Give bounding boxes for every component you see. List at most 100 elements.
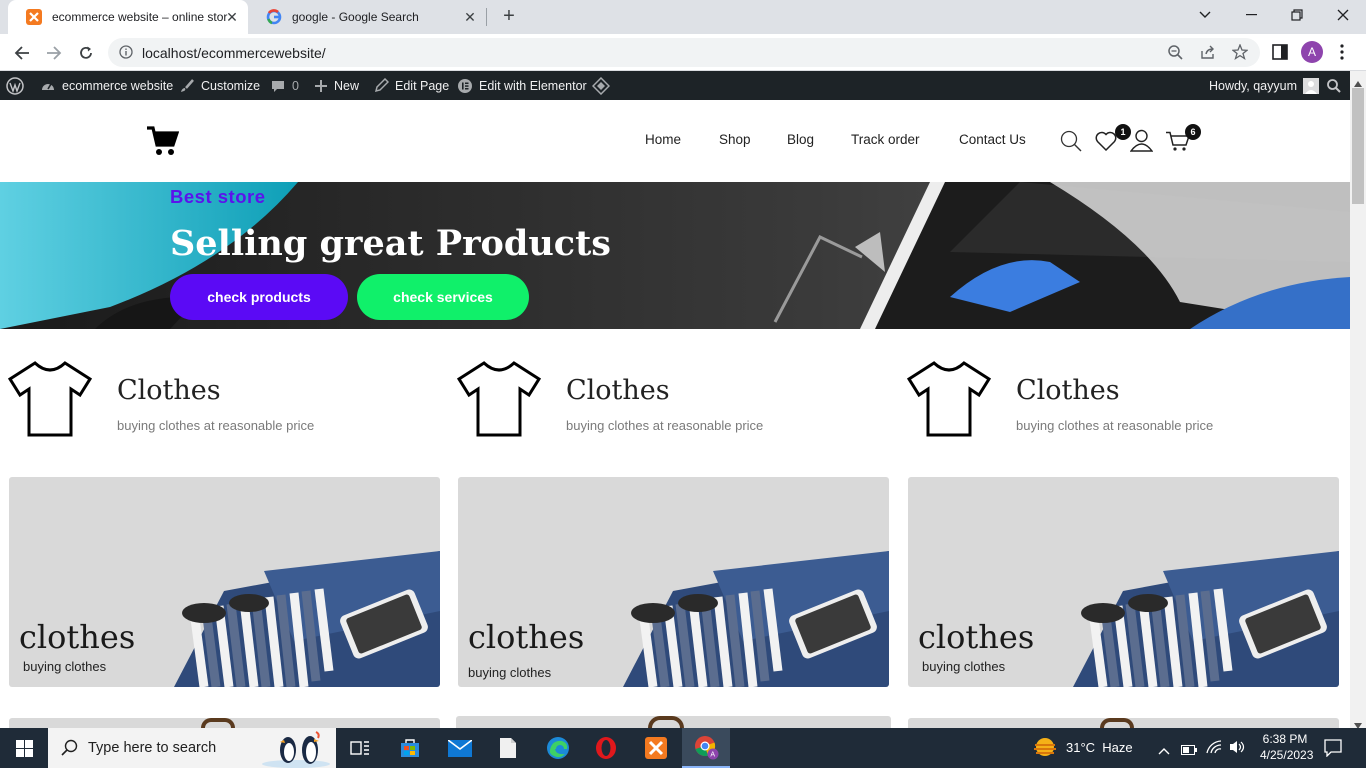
wishlist-heart-icon[interactable] bbox=[1095, 131, 1117, 156]
url-text: localhost/ecommercewebsite/ bbox=[142, 45, 326, 61]
product-card[interactable]: clothes buying clothes bbox=[9, 477, 440, 687]
browser-tab-active[interactable]: ecommerce website – online stor ✕ bbox=[8, 0, 248, 34]
file-document-icon[interactable] bbox=[484, 728, 532, 768]
pencil-icon bbox=[374, 78, 389, 93]
browser-tab-strip: ecommerce website – online stor ✕ google… bbox=[0, 0, 1366, 34]
battery-icon[interactable] bbox=[1181, 742, 1197, 760]
site-logo-cart-icon[interactable] bbox=[147, 126, 180, 161]
clothes-product-image bbox=[174, 551, 440, 687]
clothes-product-image bbox=[623, 551, 889, 687]
task-view-icon[interactable] bbox=[336, 728, 384, 768]
taskbar-search-box[interactable]: Type here to search bbox=[48, 728, 336, 768]
wordpress-logo-icon[interactable] bbox=[6, 71, 24, 100]
nav-track-order[interactable]: Track order bbox=[851, 132, 920, 147]
card-subtitle: buying clothes bbox=[922, 659, 1006, 674]
new-label: New bbox=[334, 78, 360, 93]
account-user-icon[interactable] bbox=[1129, 129, 1154, 157]
product-card-partial[interactable] bbox=[908, 718, 1339, 728]
bookmark-star-icon[interactable] bbox=[1231, 43, 1249, 65]
tshirt-icon bbox=[7, 361, 93, 442]
feature-title: Clothes bbox=[566, 375, 670, 406]
show-hidden-icons-chevron-icon[interactable] bbox=[1158, 742, 1170, 760]
new-content-link[interactable]: New bbox=[314, 71, 359, 100]
profile-avatar[interactable]: A bbox=[1301, 41, 1323, 63]
customize-link[interactable]: Customize bbox=[179, 71, 260, 100]
comments-link[interactable]: 0 bbox=[270, 71, 299, 100]
close-tab-icon[interactable]: ✕ bbox=[224, 9, 240, 25]
clock-time: 6:38 PM bbox=[1262, 732, 1308, 746]
customize-label: Customize bbox=[201, 78, 261, 93]
minimize-icon[interactable] bbox=[1228, 0, 1274, 30]
product-card[interactable]: clothes buying clothes bbox=[458, 477, 889, 687]
windows-taskbar: Type here to search A 31°C Haze 6:38 PM … bbox=[0, 728, 1366, 768]
windows-start-icon[interactable] bbox=[0, 728, 48, 768]
diamond-icon[interactable] bbox=[592, 71, 610, 100]
nav-blog[interactable]: Blog bbox=[787, 132, 814, 147]
elementor-label: Edit with Elementor bbox=[479, 78, 587, 93]
reload-icon[interactable] bbox=[72, 39, 100, 67]
mail-icon[interactable] bbox=[436, 728, 484, 768]
feature-subtitle: buying clothes at reasonable price bbox=[566, 418, 764, 433]
elementor-link[interactable]: Edit with Elementor bbox=[457, 71, 587, 100]
my-account-link[interactable]: Howdy, qayyum bbox=[1209, 71, 1319, 100]
weather-haze-icon[interactable] bbox=[1032, 736, 1058, 765]
howdy-label: Howdy, qayyum bbox=[1209, 78, 1297, 93]
clock[interactable]: 6:38 PM 4/25/2023 bbox=[1260, 731, 1313, 763]
chrome-icon[interactable]: A bbox=[682, 728, 730, 768]
browser-menu-icon[interactable] bbox=[1340, 43, 1344, 61]
volume-icon[interactable] bbox=[1229, 740, 1247, 759]
header-search-icon[interactable] bbox=[1060, 130, 1082, 157]
page-scrollbar[interactable] bbox=[1350, 71, 1366, 729]
site-name-link[interactable]: ecommerce website bbox=[40, 71, 173, 100]
feature-subtitle: buying clothes at reasonable price bbox=[117, 418, 315, 433]
wifi-icon[interactable] bbox=[1206, 740, 1222, 759]
nav-contact-us[interactable]: Contact Us bbox=[959, 132, 1026, 147]
xampp-icon[interactable] bbox=[632, 728, 680, 768]
scrollbar-thumb[interactable] bbox=[1352, 88, 1364, 204]
notifications-icon[interactable] bbox=[1324, 739, 1342, 762]
xampp-favicon-icon bbox=[26, 9, 42, 25]
zoom-icon[interactable] bbox=[1168, 45, 1183, 65]
product-card-partial[interactable] bbox=[9, 718, 440, 728]
check-services-button[interactable]: check services bbox=[357, 274, 529, 320]
card-title: clothes bbox=[468, 618, 585, 656]
opera-browser-icon[interactable] bbox=[582, 728, 630, 768]
bag-handle-image bbox=[1100, 718, 1134, 728]
feature-title: Clothes bbox=[1016, 375, 1120, 406]
check-products-button[interactable]: check products bbox=[170, 274, 348, 320]
share-icon[interactable] bbox=[1200, 45, 1216, 65]
edge-browser-icon[interactable] bbox=[534, 728, 582, 768]
browser-toolbar: localhost/ecommercewebsite/ A bbox=[0, 34, 1366, 71]
tab-title: google - Google Search bbox=[292, 10, 419, 24]
weather-text[interactable]: 31°C Haze bbox=[1066, 740, 1133, 755]
tab-title: ecommerce website – online stor bbox=[52, 10, 228, 24]
product-card-partial[interactable] bbox=[456, 716, 891, 728]
new-tab-icon[interactable]: + bbox=[498, 5, 520, 27]
close-tab-icon[interactable]: ✕ bbox=[462, 9, 478, 25]
forward-icon[interactable] bbox=[40, 39, 68, 67]
tshirt-icon bbox=[906, 361, 992, 442]
comment-bubble-icon bbox=[272, 80, 284, 92]
close-window-icon[interactable] bbox=[1320, 0, 1366, 30]
nav-shop[interactable]: Shop bbox=[719, 132, 751, 147]
side-panel-icon[interactable] bbox=[1272, 44, 1288, 65]
edit-page-link[interactable]: Edit Page bbox=[374, 71, 449, 100]
product-card[interactable]: clothes buying clothes bbox=[908, 477, 1339, 687]
back-icon[interactable] bbox=[8, 39, 36, 67]
search-highlight-penguins-icon bbox=[258, 730, 336, 772]
feature-subtitle: buying clothes at reasonable price bbox=[1016, 418, 1214, 433]
site-info-icon[interactable] bbox=[119, 45, 133, 64]
elementor-icon bbox=[458, 78, 472, 93]
restore-icon[interactable] bbox=[1274, 0, 1320, 30]
admin-search-icon[interactable] bbox=[1327, 71, 1341, 100]
nav-home[interactable]: Home bbox=[645, 132, 681, 147]
tab-search-chevron-icon[interactable] bbox=[1182, 0, 1228, 30]
tab-divider bbox=[486, 8, 487, 26]
comments-count: 0 bbox=[292, 78, 299, 93]
bag-handle-image bbox=[201, 718, 235, 728]
browser-tab-inactive[interactable]: google - Google Search ✕ bbox=[248, 0, 486, 34]
edit-page-label: Edit Page bbox=[395, 78, 450, 93]
address-bar[interactable]: localhost/ecommercewebsite/ bbox=[108, 38, 1260, 67]
microsoft-store-icon[interactable] bbox=[386, 728, 434, 768]
tshirt-icon bbox=[456, 361, 542, 442]
